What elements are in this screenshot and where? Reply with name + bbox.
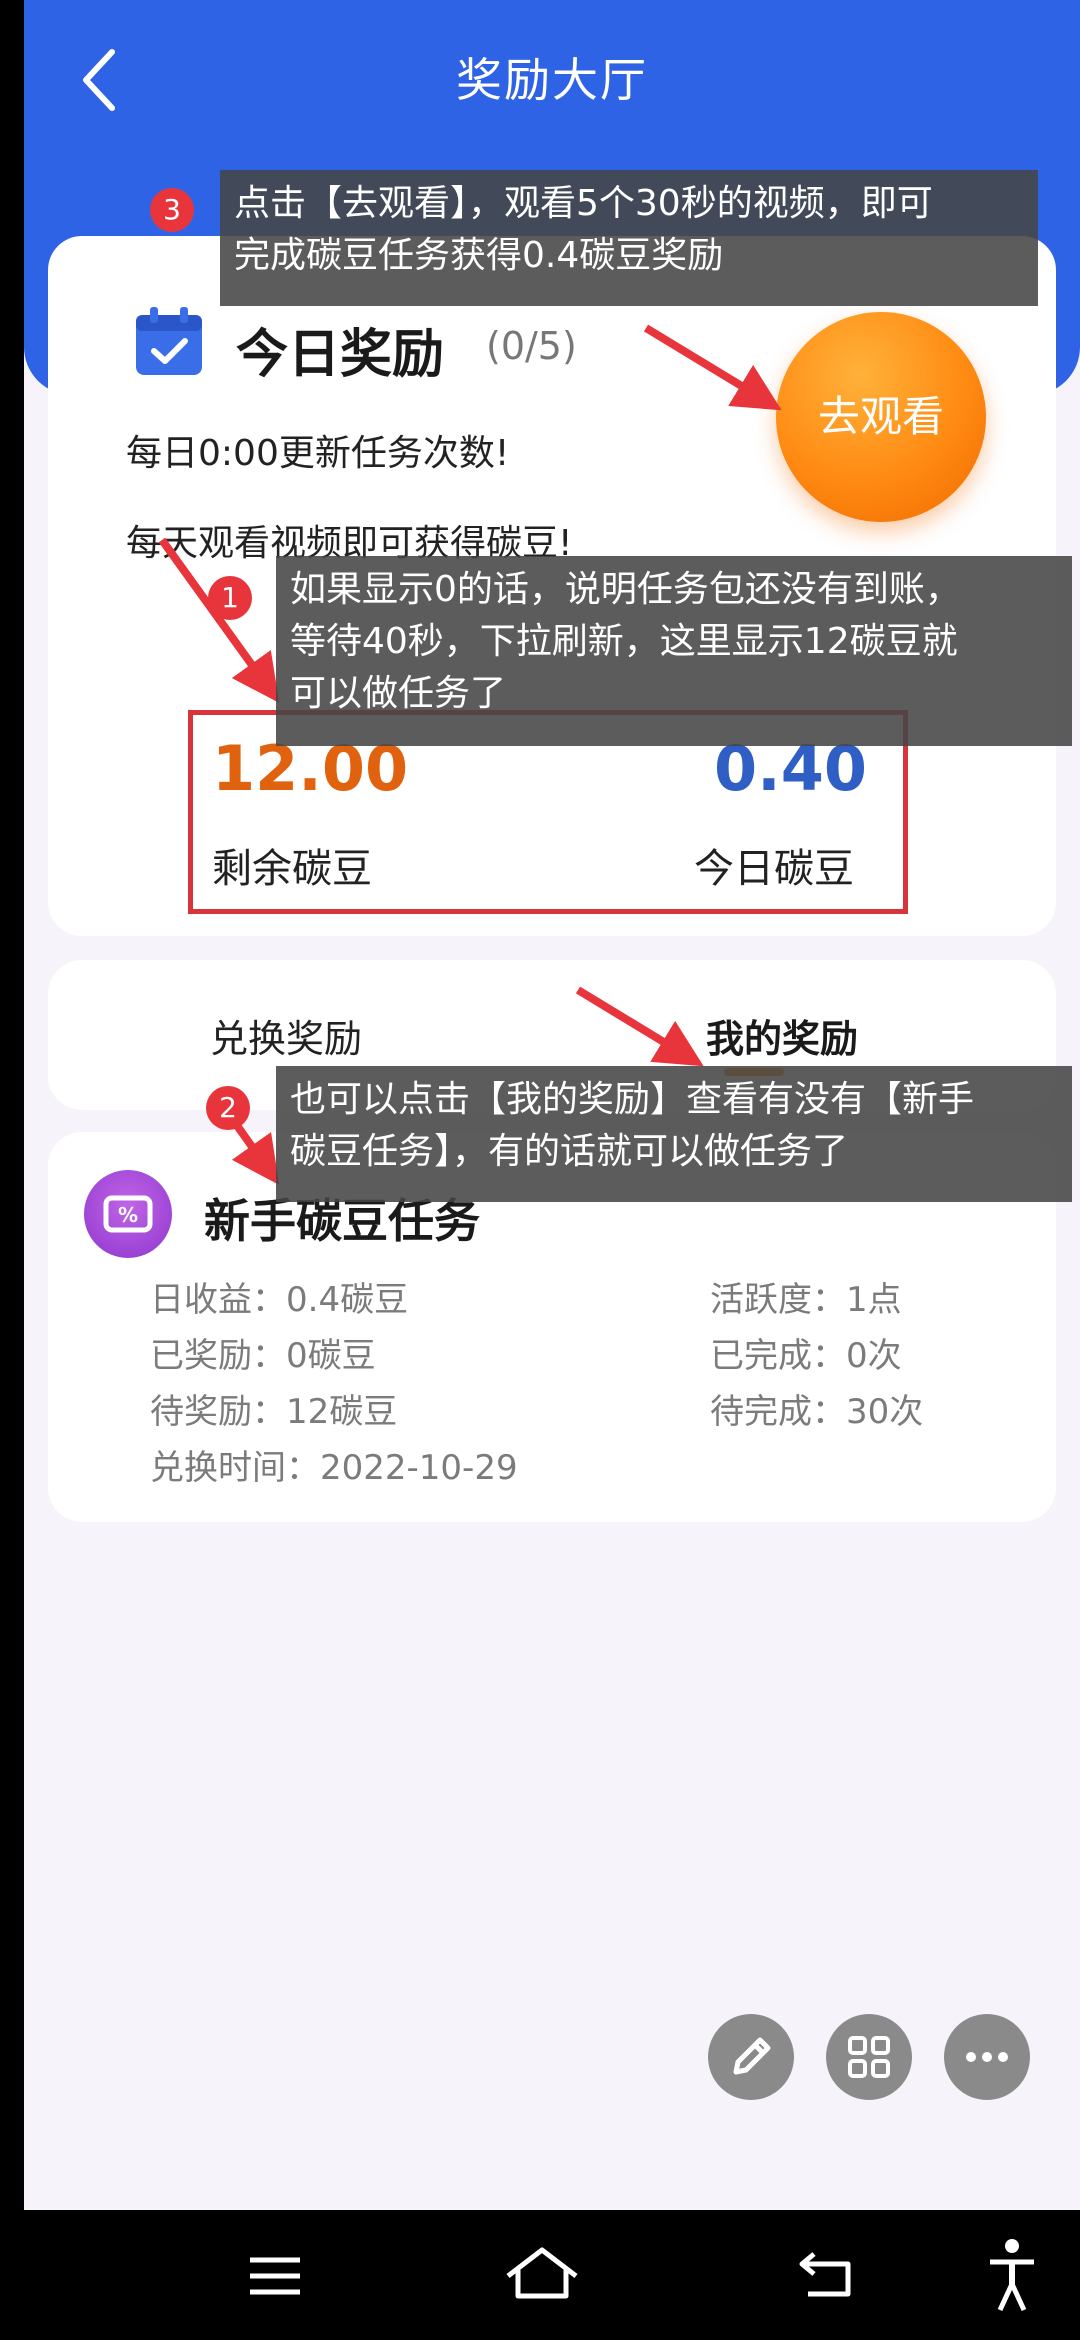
annotation-badge-2: 2 bbox=[206, 1086, 250, 1130]
annotation-note-3-line2: 完成碳豆任务获得0.4碳豆奖励 bbox=[234, 235, 724, 276]
annotation-note-1: 如果显示0的话，说明任务包还没有到账， 等待40秒，下拉刷新，这里显示12碳豆就… bbox=[276, 556, 1072, 746]
annotation-badge-1: 1 bbox=[208, 576, 252, 620]
annotation-note-1-line2: 等待40秒，下拉刷新，这里显示12碳豆就 bbox=[290, 621, 958, 662]
annotation-note-2-line1: 也可以点击【我的奖励】查看有没有【新手 bbox=[290, 1079, 975, 1120]
annotation-note-1-line1: 如果显示0的话，说明任务包还没有到账， bbox=[290, 569, 961, 610]
annotation-note-1-line3: 可以做任务了 bbox=[290, 673, 507, 714]
back-icon[interactable] bbox=[792, 2210, 862, 2340]
annotation-note-2: 也可以点击【我的奖励】查看有没有【新手 碳豆任务】，有的话就可以做任务了 bbox=[276, 1066, 1072, 1202]
system-nav-bar bbox=[0, 2210, 1080, 2340]
annotation-note-3-line1: 点击【去观看】，观看5个30秒的视频，即可 bbox=[234, 183, 933, 224]
annotation-badge-3: 3 bbox=[150, 188, 194, 232]
annotation-note-3: 点击【去观看】，观看5个30秒的视频，即可 完成碳豆任务获得0.4碳豆奖励 bbox=[220, 170, 1038, 306]
annotation-note-2-line2: 碳豆任务】，有的话就可以做任务了 bbox=[290, 1131, 849, 1172]
screen: 奖励大厅 今日奖励 (0/5) 每日0:00更新任务次数! 每天观看视频即可获得… bbox=[0, 0, 1080, 2340]
menu-icon[interactable] bbox=[240, 2210, 310, 2340]
accessibility-icon[interactable] bbox=[982, 2210, 1042, 2340]
home-icon[interactable] bbox=[500, 2210, 584, 2340]
